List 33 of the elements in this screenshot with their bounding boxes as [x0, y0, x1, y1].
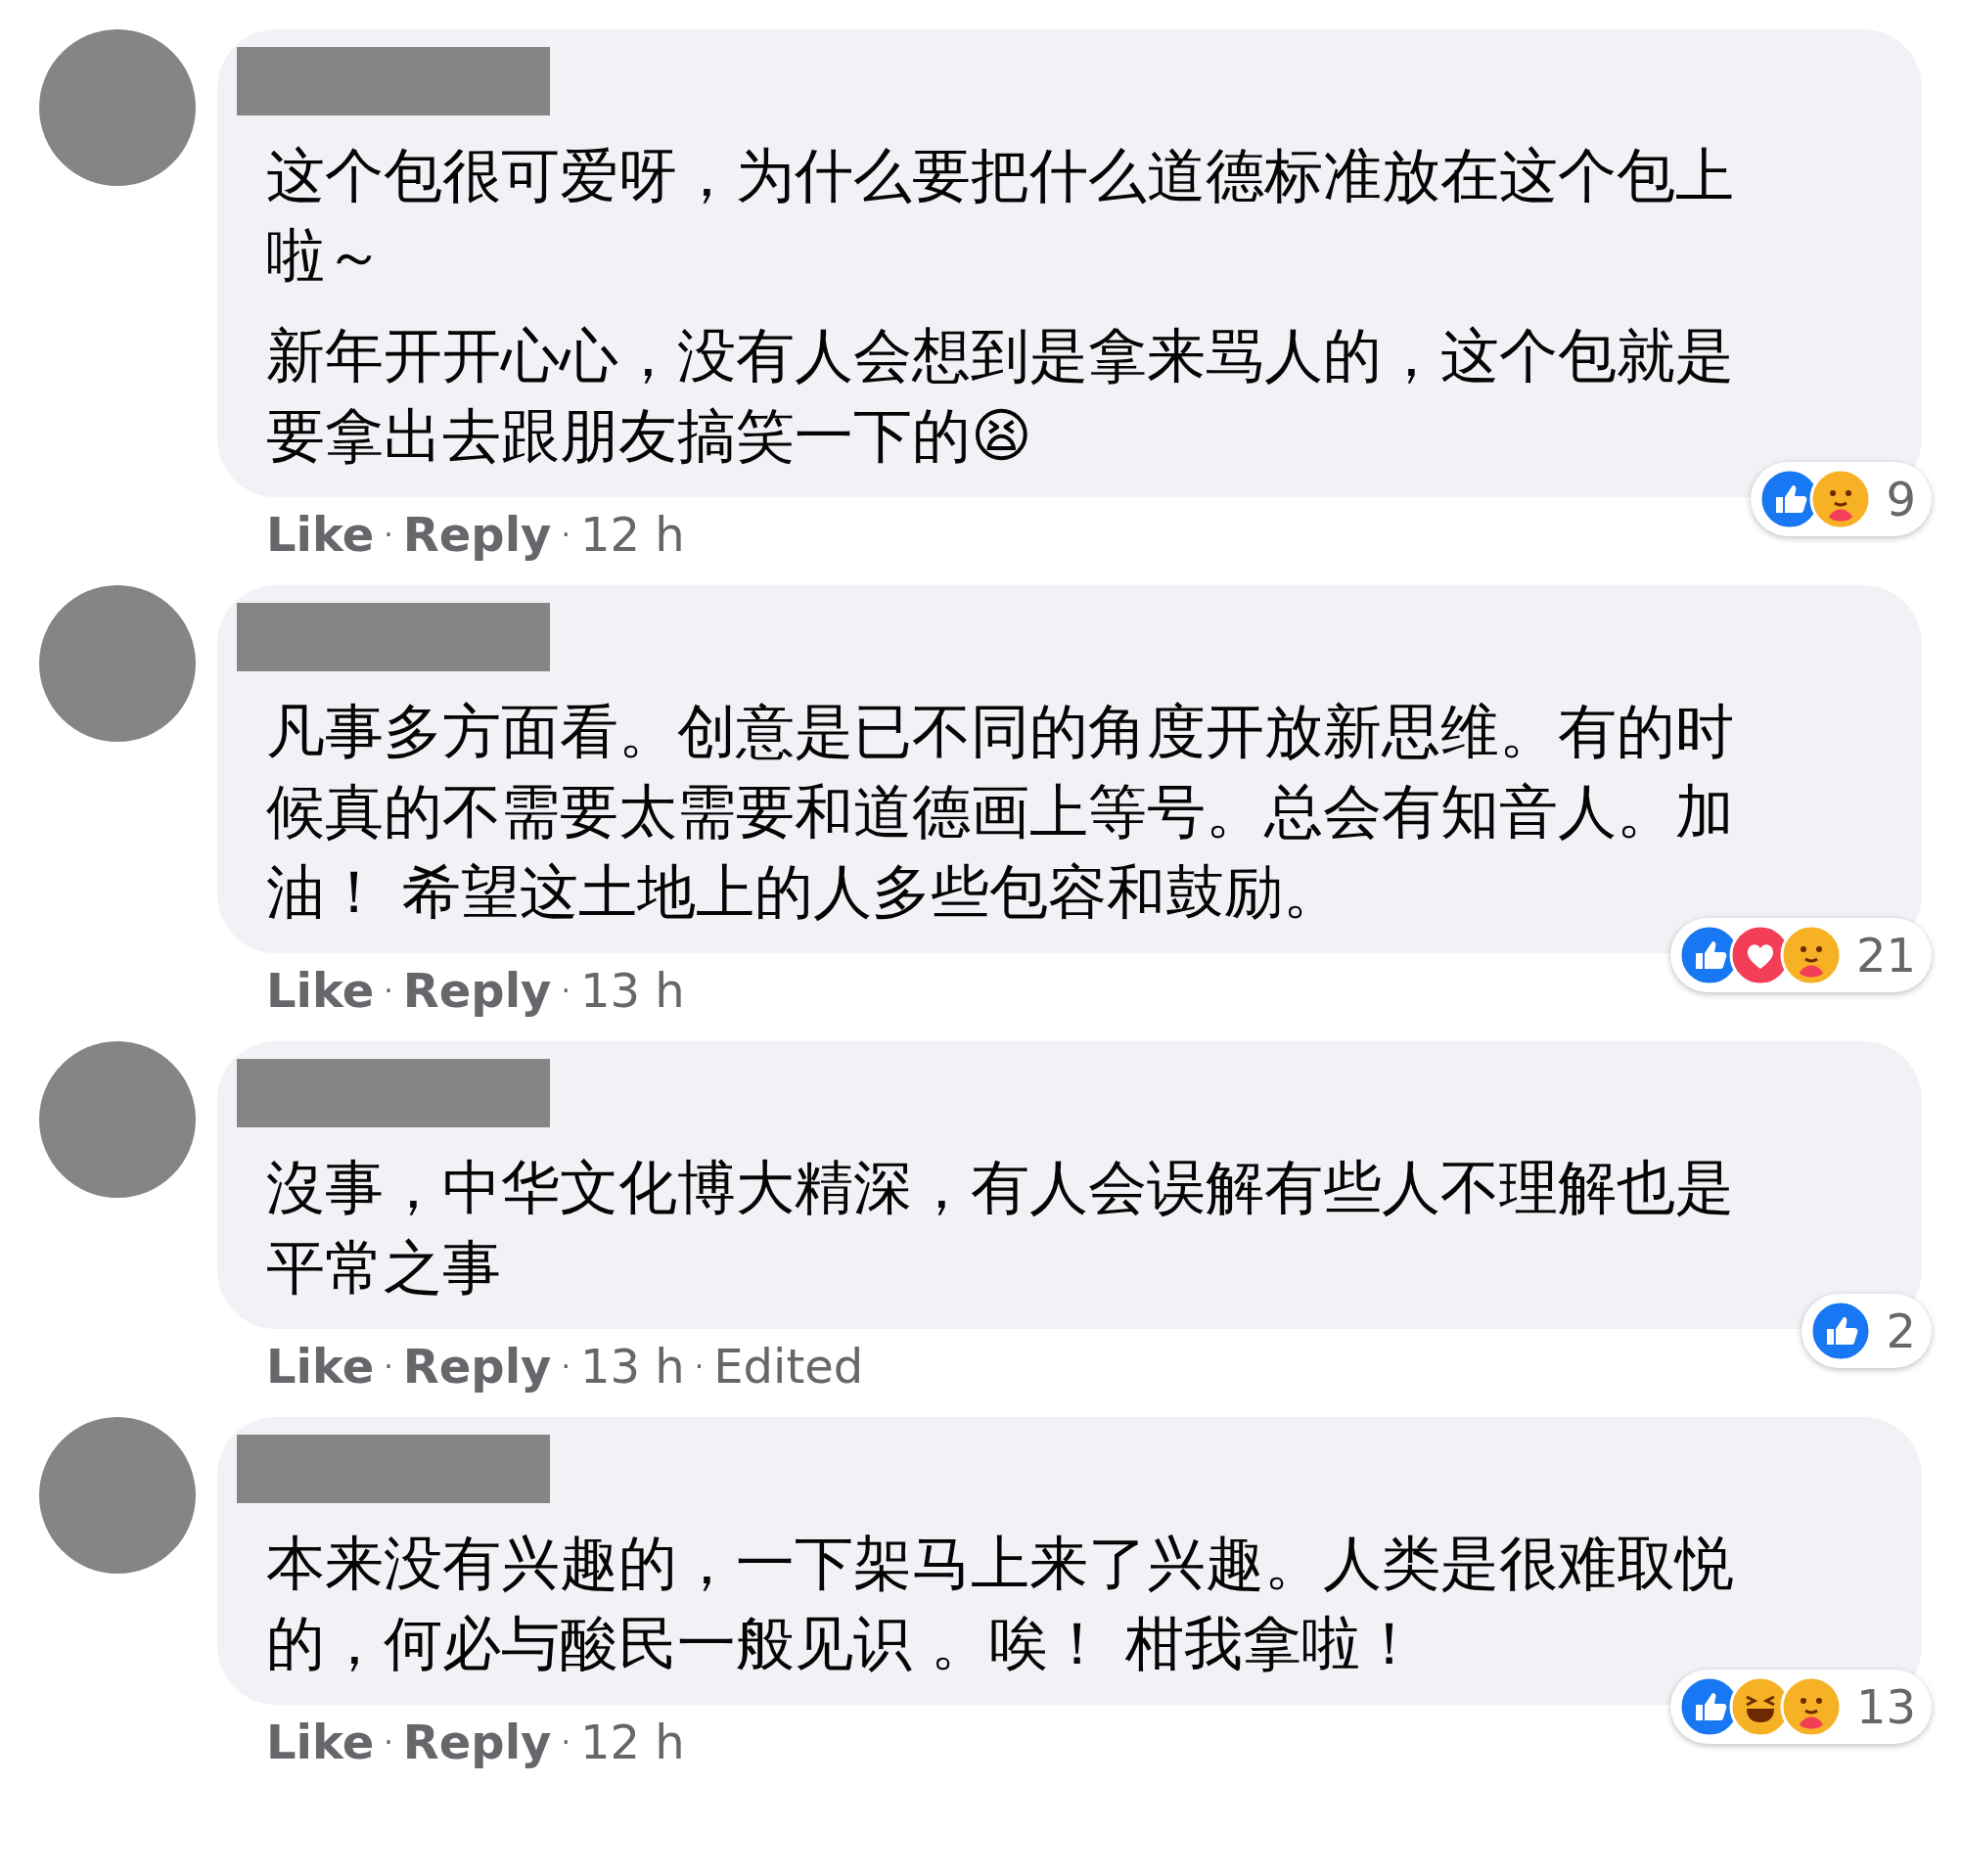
meta-text: 12 h	[579, 1715, 685, 1769]
separator-dot: ·	[561, 1349, 570, 1384]
reaction-count: 13	[1855, 1679, 1916, 1734]
comment-text: 沒事，中华文化博大精深，有人会误解有些人不理解也是平常之事	[266, 1152, 1735, 1304]
meta-text: Edited	[713, 1339, 864, 1394]
meta-text: 13 h	[579, 963, 685, 1018]
comment-text: 这个包很可爱呀，为什么要把什么道德标准放在这个包上啦～	[266, 140, 1735, 292]
action-link[interactable]: Reply	[402, 963, 552, 1018]
separator-dot: ·	[561, 973, 570, 1008]
reaction-badge[interactable]: 9	[1751, 462, 1932, 536]
action-link[interactable]: Like	[266, 1339, 375, 1394]
reaction-badge[interactable]: 13	[1669, 1670, 1932, 1744]
action-link[interactable]: Reply	[402, 507, 552, 562]
separator-dot: ·	[561, 1724, 570, 1760]
action-link[interactable]: Reply	[402, 1715, 552, 1769]
action-link[interactable]: Like	[266, 963, 375, 1018]
action-link[interactable]: Like	[266, 507, 375, 562]
comment-text: 新年开开心心，没有人会想到是拿来骂人的，这个包就是要拿出去跟朋友搞笑一下的😫	[266, 320, 1735, 472]
reaction-count: 2	[1886, 1304, 1916, 1358]
meta-text: 12 h	[579, 507, 685, 562]
separator-dot: ·	[384, 973, 393, 1008]
separator-dot: ·	[694, 1349, 705, 1384]
action-link[interactable]: Like	[266, 1715, 375, 1769]
reaction-count: 21	[1855, 928, 1916, 983]
reaction-badge[interactable]: 21	[1669, 918, 1932, 992]
separator-dot: ·	[384, 1349, 393, 1384]
reaction-badge[interactable]: 2	[1801, 1294, 1932, 1368]
separator-dot: ·	[561, 517, 570, 552]
separator-dot: ·	[384, 1724, 393, 1760]
meta-text: 13 h	[579, 1339, 685, 1394]
separator-dot: ·	[384, 517, 393, 552]
reaction-count: 9	[1886, 472, 1916, 526]
action-link[interactable]: Reply	[402, 1339, 552, 1394]
